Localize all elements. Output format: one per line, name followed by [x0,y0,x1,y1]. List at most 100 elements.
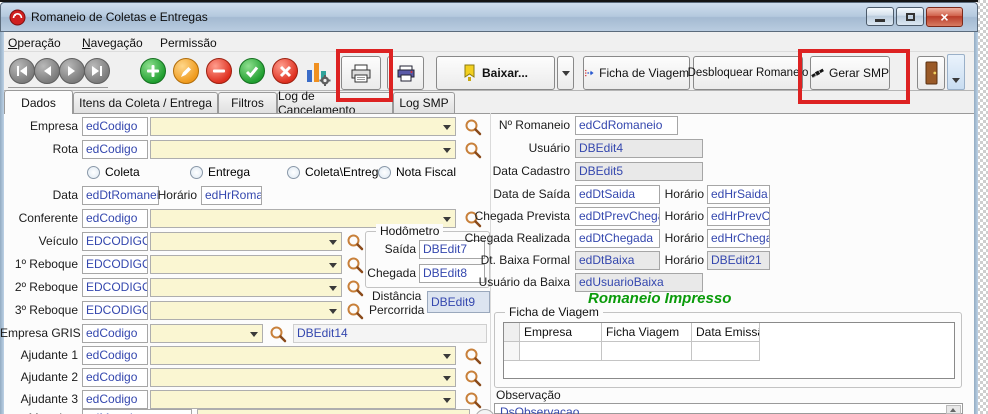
radio-coleta-entrega[interactable]: Coleta\Entrega [287,165,385,179]
reboque2-search-icon[interactable] [346,279,364,297]
chevron-down-icon [443,376,451,381]
empresa-gris-search-icon[interactable] [269,325,287,343]
toolbar-overflow-button[interactable] [947,54,965,90]
tab-dados[interactable]: Dados [4,90,73,114]
data-romaneio-field[interactable]: edDtRomaneio [82,186,159,205]
empresa-code-field[interactable]: edCodigo [82,117,148,136]
observacao-memo[interactable]: DsObservacao [494,403,963,414]
radio-icon [378,165,391,179]
edit-record-button[interactable] [173,58,199,84]
ajudante1-code-field[interactable]: edCodigo [82,346,148,365]
nav-last-button[interactable] [84,58,110,84]
horario-prevista-field[interactable]: edHrPrevChegada [707,207,770,226]
highlight-print-button [336,49,393,102]
ajudante2-search-icon[interactable] [464,369,482,387]
reboque1-code-field[interactable]: EDCODIGO [82,255,148,274]
nav-group-underline [8,87,108,88]
reboque3-search-icon[interactable] [346,302,364,320]
delete-record-button[interactable] [206,58,232,84]
conferente-code-field[interactable]: edCodigo [82,209,148,228]
horario-baixa-field: DBEdit21 [707,251,770,270]
chevron-down-icon [952,78,960,83]
radio-coleta[interactable]: Coleta [87,165,140,179]
add-record-button[interactable] [140,58,166,84]
cancel-button[interactable] [272,58,298,84]
reboque2-combo[interactable] [150,278,342,297]
ajudante3-combo[interactable] [150,390,456,409]
app-icon [9,9,26,29]
distancia-percorrida-field: DBEdit9 [427,291,490,313]
grid-col-ficha-viagem[interactable]: Ficha Viagem [602,323,692,342]
chevron-down-icon [329,240,337,245]
ajudante1-search-icon[interactable] [464,347,482,365]
romaneio-field[interactable]: edCdRomaneio [575,116,678,135]
tab-itens-coleta-entrega[interactable]: Itens da Coleta / Entrega [73,92,218,113]
horario-realizada-field[interactable]: edHrChegada [707,229,770,248]
prev-record-icon [44,66,51,76]
menu-operacao[interactable]: Operação [8,36,61,50]
minimize-button[interactable] [866,7,894,26]
reboque3-combo[interactable] [150,301,342,320]
chart-settings-icon[interactable] [305,58,331,89]
nav-first-button[interactable] [9,58,35,84]
chegada-realizada-field[interactable]: edDtChegada [575,229,660,248]
grid-col-empresa[interactable]: Empresa [520,323,602,342]
grid-cell[interactable] [602,342,692,361]
close-button[interactable]: × [926,7,963,27]
grid-col-data-emissao[interactable]: Data Emissão [692,323,760,342]
distancia-label-line2: Percorrida [369,303,425,317]
ficha-viagem-grid[interactable]: Empresa Ficha Viagem Data Emissão [503,322,955,379]
empresa-combo[interactable] [150,117,456,136]
confirm-button[interactable] [239,58,265,84]
reboque2-code-field[interactable]: EDCODIGO [82,278,148,297]
motorista-field[interactable]: edMotorista [82,409,192,414]
empresa-gris-combo[interactable] [150,324,263,343]
highlight-gerar-smp-button [798,49,910,104]
empresa-gris-code-field[interactable]: edCodigo [82,324,148,343]
radio-entrega[interactable]: Entrega [190,165,250,179]
baixa-formal-field: edDtBaixa [575,251,660,270]
horario-romaneio-field[interactable]: edHrRomaneio [201,186,262,205]
scroll-up-button[interactable] [946,405,961,414]
motorista-combo[interactable] [197,409,470,414]
horario-saida-field[interactable]: edHrSaida [707,185,770,204]
rota-combo[interactable] [150,140,456,159]
ajudante2-combo[interactable] [150,368,456,387]
usuario-baixa-label: Usuário da Baixa [478,275,570,289]
first-record-icon [17,66,27,76]
rota-code-field[interactable]: edCodigo [82,140,148,159]
exit-button[interactable] [917,56,945,90]
reboque1-combo[interactable] [150,255,342,274]
chegada-prevista-field[interactable]: edDtPrevChegada [575,207,660,226]
data-saida-field[interactable]: edDtSaida [575,185,660,204]
menu-permissao[interactable]: Permissão [160,36,217,50]
baixar-dropdown-button[interactable] [557,56,574,90]
empresa-label: Empresa [29,119,78,133]
distancia-label-line1: Distância [372,289,422,303]
veiculo-search-icon[interactable] [346,233,364,251]
ajudante3-search-icon[interactable] [464,391,482,409]
tab-log-smp[interactable]: Log SMP [393,92,455,113]
desbloquear-romaneio-button[interactable]: Desbloquear Romaneio [688,56,808,90]
baixar-button[interactable]: Baixar... [436,56,555,90]
ajudante2-code-field[interactable]: edCodigo [82,368,148,387]
grid-row-indicator [504,342,520,361]
reboque1-search-icon[interactable] [346,256,364,274]
ajudante3-code-field[interactable]: edCodigo [82,390,148,409]
nav-prev-button[interactable] [34,58,60,84]
window-frame-right [974,32,978,414]
grid-cell[interactable] [692,342,760,361]
grid-cell[interactable] [520,342,602,361]
screenshot-root: Romaneio de Coletas e Entregas × Operaçã… [0,0,988,414]
menu-navegacao[interactable]: Navegação [82,36,143,50]
ficha-viagem-button[interactable]: Ficha de Viagem [583,56,690,90]
reboque3-code-field[interactable]: EDCODIGO [82,301,148,320]
veiculo-combo[interactable] [150,232,342,251]
nav-next-button[interactable] [59,58,85,84]
data-cadastro-field: DBEdit5 [575,162,703,181]
baixar-icon [464,64,475,81]
ajudante1-combo[interactable] [150,346,456,365]
veiculo-code-field[interactable]: EDCODIGO [82,232,148,251]
maximize-button[interactable] [896,7,924,26]
tab-filtros[interactable]: Filtros [218,92,277,113]
